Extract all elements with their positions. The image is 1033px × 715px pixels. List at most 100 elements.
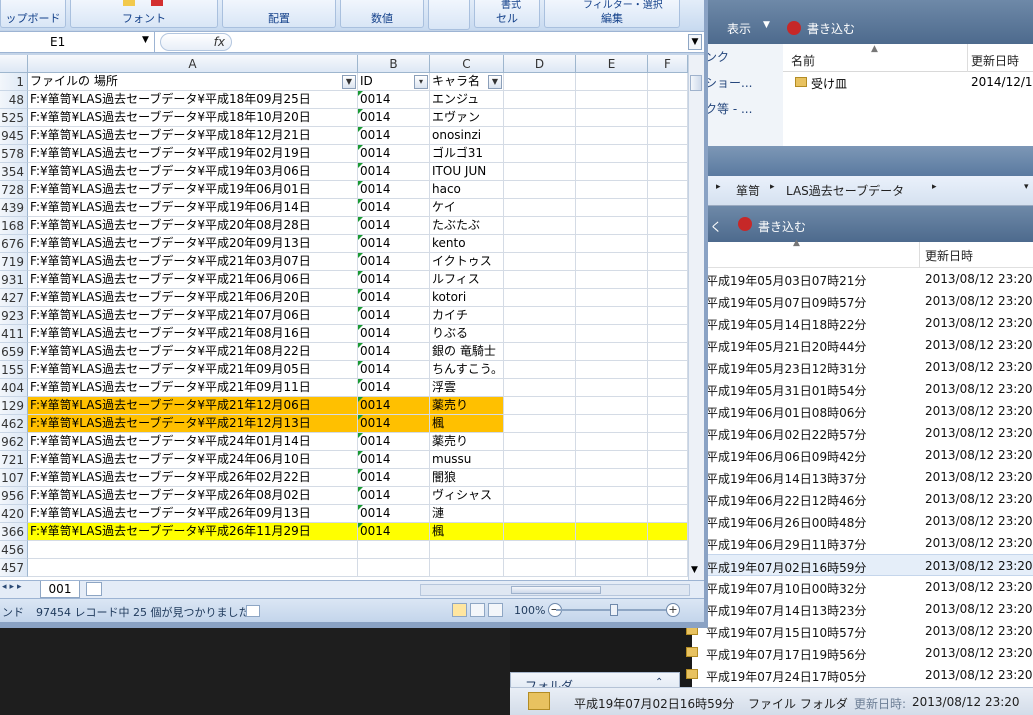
name-column-header[interactable]: 名前 (791, 52, 815, 69)
cell-empty[interactable] (576, 145, 648, 163)
cell-name[interactable]: 薬売り (430, 397, 504, 415)
cell-empty[interactable] (648, 91, 688, 109)
horizontal-scrollbar[interactable] (420, 584, 690, 596)
file-row[interactable]: 平成19年05月14日18時22分 2013/08/12 23:20 (692, 312, 1033, 334)
cell-empty[interactable] (648, 343, 688, 361)
row-header[interactable]: 525 (0, 109, 28, 127)
cell-id[interactable]: 0014 (358, 451, 430, 469)
cell-id[interactable] (358, 559, 430, 577)
cell-empty[interactable] (576, 199, 648, 217)
cell-id[interactable]: 0014 (358, 343, 430, 361)
cell-empty[interactable] (504, 523, 576, 541)
cell-empty[interactable] (576, 253, 648, 271)
row-header[interactable]: 107 (0, 469, 28, 487)
row-header[interactable]: 129 (0, 397, 28, 415)
cell-empty[interactable] (576, 559, 648, 577)
macro-record-icon[interactable] (246, 605, 260, 617)
cell-empty[interactable] (504, 559, 576, 577)
cell-e1[interactable] (576, 73, 648, 91)
cell-empty[interactable] (576, 343, 648, 361)
cell-name[interactable]: 楓 (430, 415, 504, 433)
cell-empty[interactable] (576, 415, 648, 433)
ribbon-group-number[interactable]: 数値 (340, 0, 424, 28)
breadcrumb-item[interactable]: 箪笥 (736, 182, 760, 199)
file-row[interactable]: 平成19年07月10日00時32分 2013/08/12 23:20 (692, 576, 1033, 598)
cell-empty[interactable] (648, 469, 688, 487)
cell-name[interactable]: kotori (430, 289, 504, 307)
cell-empty[interactable] (504, 397, 576, 415)
cell-empty[interactable] (648, 523, 688, 541)
file-row[interactable]: 平成19年07月17日19時56分 2013/08/12 23:20 (686, 642, 1033, 664)
row-header[interactable]: 155 (0, 361, 28, 379)
cell-empty[interactable] (504, 127, 576, 145)
cell-name[interactable]: 楓 (430, 523, 504, 541)
cell-empty[interactable] (648, 433, 688, 451)
cell-name[interactable]: 浮雲 (430, 379, 504, 397)
ribbon-group-editing[interactable]: フィルター・選択 編集 (544, 0, 680, 28)
cell-location[interactable]: F:¥箪笥¥LAS過去セーブデータ¥平成26年08月02日 (28, 487, 358, 505)
cell-empty[interactable] (576, 217, 648, 235)
cell-name[interactable]: ケイ (430, 199, 504, 217)
cell-location[interactable]: F:¥箪笥¥LAS過去セーブデータ¥平成26年11月29日 (28, 523, 358, 541)
cell-id[interactable]: 0014 (358, 469, 430, 487)
cell-id[interactable]: 0014 (358, 199, 430, 217)
cell-location[interactable] (28, 559, 358, 577)
burn-button[interactable]: 書き込む (807, 20, 855, 37)
cell-empty[interactable] (576, 361, 648, 379)
cell-id[interactable]: 0014 (358, 361, 430, 379)
cell-id[interactable] (358, 541, 430, 559)
cell-empty[interactable] (576, 469, 648, 487)
cell-empty[interactable] (648, 163, 688, 181)
cell-empty[interactable] (576, 379, 648, 397)
cell-id[interactable]: 0014 (358, 307, 430, 325)
cell-empty[interactable] (504, 217, 576, 235)
cell-empty[interactable] (504, 469, 576, 487)
cell-empty[interactable] (504, 289, 576, 307)
cell-empty[interactable] (648, 541, 688, 559)
cell-location[interactable]: F:¥箪笥¥LAS過去セーブデータ¥平成21年09月05日 (28, 361, 358, 379)
file-row[interactable]: 平成19年06月01日08時06分 2013/08/12 23:20 (692, 400, 1033, 422)
cell-empty[interactable] (576, 505, 648, 523)
cell-empty[interactable] (576, 541, 648, 559)
file-row[interactable]: 平成19年06月22日12時46分 2013/08/12 23:20 (692, 488, 1033, 510)
sheet-tab-001[interactable]: 001 (40, 581, 80, 598)
cell-location[interactable]: F:¥箪笥¥LAS過去セーブデータ¥平成21年08月22日 (28, 343, 358, 361)
cell-location[interactable]: F:¥箪笥¥LAS過去セーブデータ¥平成26年09月13日 (28, 505, 358, 523)
cell-location[interactable]: F:¥箪笥¥LAS過去セーブデータ¥平成18年10月20日 (28, 109, 358, 127)
cell-id[interactable]: 0014 (358, 253, 430, 271)
zoom-in-button[interactable]: + (666, 603, 680, 617)
insert-sheet-icon[interactable] (86, 582, 102, 596)
column-header-c[interactable]: C (430, 55, 504, 73)
expand-formula-icon[interactable]: ▼ (688, 34, 702, 50)
cell-name[interactable]: エヴァン (430, 109, 504, 127)
cell-id[interactable]: 0014 (358, 145, 430, 163)
cell-empty[interactable] (504, 109, 576, 127)
cell-empty[interactable] (576, 235, 648, 253)
column-header-b[interactable]: B (358, 55, 430, 73)
cell-name[interactable]: ゴルゴ31 (430, 145, 504, 163)
scroll-thumb[interactable] (690, 75, 702, 91)
row-header[interactable]: 420 (0, 505, 28, 523)
row-header[interactable]: 676 (0, 235, 28, 253)
ribbon-group-cells[interactable]: 書式 セル (474, 0, 540, 28)
file-row[interactable]: 平成19年07月15日10時57分 2013/08/12 23:20 (686, 620, 1033, 642)
ribbon-group-font[interactable]: フォント (70, 0, 218, 28)
cell-empty[interactable] (576, 487, 648, 505)
column-header-f[interactable]: F (648, 55, 688, 73)
burn-button[interactable]: 書き込む (758, 218, 806, 235)
cell-id[interactable]: 0014 (358, 289, 430, 307)
cell-id[interactable]: 0014 (358, 163, 430, 181)
cell-name[interactable]: ルフィス (430, 271, 504, 289)
cell-empty[interactable] (648, 217, 688, 235)
cell-location[interactable]: F:¥箪笥¥LAS過去セーブデータ¥平成18年09月25日 (28, 91, 358, 109)
cell-empty[interactable] (648, 505, 688, 523)
cell-id[interactable]: 0014 (358, 415, 430, 433)
cell-header-location[interactable]: ファイルの 場所 (28, 73, 358, 91)
cell-id[interactable]: 0014 (358, 325, 430, 343)
cell-location[interactable]: F:¥箪笥¥LAS過去セーブデータ¥平成20年08月28日 (28, 217, 358, 235)
cell-id[interactable]: 0014 (358, 379, 430, 397)
cell-empty[interactable] (648, 253, 688, 271)
chevron-down-icon[interactable]: ▼ (142, 35, 149, 45)
cell-name[interactable]: ヴィシャス (430, 487, 504, 505)
cell-id[interactable]: 0014 (358, 433, 430, 451)
